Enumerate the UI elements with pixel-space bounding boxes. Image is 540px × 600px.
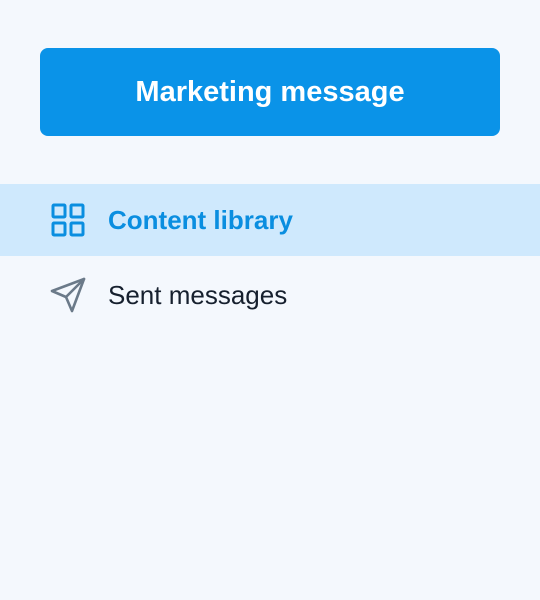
marketing-message-button[interactable]: Marketing message [40, 48, 500, 136]
nav-item-label: Sent messages [108, 279, 288, 310]
nav-item-content-library[interactable]: Content library [0, 184, 540, 256]
nav-item-label: Content library [108, 204, 293, 235]
sidebar: Marketing message Content library Sent m… [0, 0, 540, 600]
send-icon [48, 275, 88, 315]
nav-item-sent-messages[interactable]: Sent messages [0, 259, 540, 331]
grid-icon [48, 200, 88, 240]
